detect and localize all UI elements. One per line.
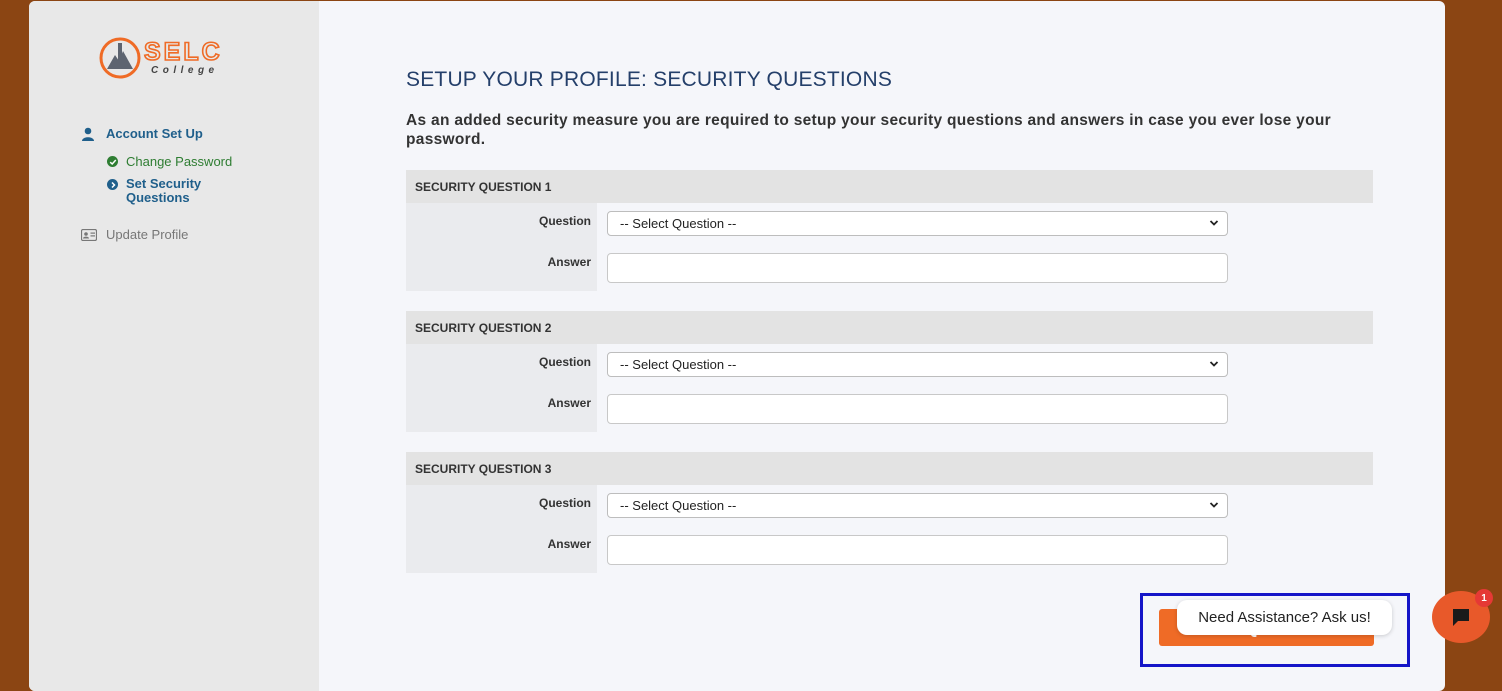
chevron-down-icon [1209, 220, 1219, 226]
section-heading: SECURITY QUESTION 3 [406, 452, 1373, 485]
app-frame: SELC College Account Set Up Change Passw… [29, 1, 1445, 691]
label-column: Question Answer [406, 485, 597, 573]
chat-bubble-icon [1453, 609, 1469, 626]
security-question-section-1: SECURITY QUESTION 1 Question Answer -- S… [406, 170, 1373, 291]
answer-label: Answer [547, 396, 591, 410]
security-question-section-3: SECURITY QUESTION 3 Question Answer -- S… [406, 452, 1373, 573]
logo-text: SELC [144, 38, 223, 66]
question-select[interactable]: -- Select Question -- [607, 352, 1228, 377]
select-value: -- Select Question -- [620, 216, 737, 231]
check-circle-icon [107, 156, 118, 167]
chevron-circle-icon [107, 179, 118, 190]
question-label: Question [538, 355, 591, 369]
chevron-down-icon [1209, 361, 1219, 367]
sidebar-item-update-profile[interactable]: Update Profile [81, 227, 188, 242]
sidebar-item-account-setup[interactable]: Account Set Up [81, 126, 203, 141]
answer-input[interactable] [607, 535, 1228, 565]
page-title: SETUP YOUR PROFILE: SECURITY QUESTIONS [406, 68, 893, 91]
sidebar-item-label: Account Set Up [106, 126, 203, 141]
question-label: Question [538, 496, 591, 510]
label-column: Question Answer [406, 344, 597, 432]
college-logo[interactable]: SELC College [97, 35, 257, 81]
select-value: -- Select Question -- [620, 498, 737, 513]
label-column: Question Answer [406, 203, 597, 291]
answer-label: Answer [547, 537, 591, 551]
question-select[interactable]: -- Select Question -- [607, 211, 1228, 236]
answer-label: Answer [547, 255, 591, 269]
sidebar-item-change-password[interactable]: Change Password [107, 154, 232, 169]
answer-input[interactable] [607, 394, 1228, 424]
sidebar-item-label: Change Password [126, 154, 233, 169]
select-value: -- Select Question -- [620, 357, 737, 372]
chevron-down-icon [1209, 502, 1219, 508]
chat-notification-badge: 1 [1475, 589, 1493, 607]
logo-graphic: SELC College [99, 37, 223, 79]
sidebar-item-set-security-questions[interactable]: Set Security Questions [107, 177, 201, 205]
sidebar-item-label-line1: Set Security [126, 176, 202, 191]
intro-text: As an added security measure you are req… [406, 112, 1331, 148]
user-icon [82, 127, 94, 141]
sidebar: SELC College Account Set Up Change Passw… [29, 1, 319, 691]
sidebar-item-label: Update Profile [106, 227, 189, 242]
sidebar-item-label-line2: Questions [126, 190, 190, 205]
id-card-icon [81, 228, 97, 241]
question-label: Question [538, 214, 591, 228]
chat-assistance-prompt[interactable]: Need Assistance? Ask us! [1177, 600, 1392, 635]
answer-input[interactable] [607, 253, 1228, 283]
sidebar-item-label: Set Security Questions [126, 177, 201, 205]
security-question-section-2: SECURITY QUESTION 2 Question Answer -- S… [406, 311, 1373, 432]
question-select[interactable]: -- Select Question -- [607, 493, 1228, 518]
section-heading: SECURITY QUESTION 1 [406, 170, 1373, 203]
section-heading: SECURITY QUESTION 2 [406, 311, 1373, 344]
logo-subtext: College [151, 65, 219, 76]
